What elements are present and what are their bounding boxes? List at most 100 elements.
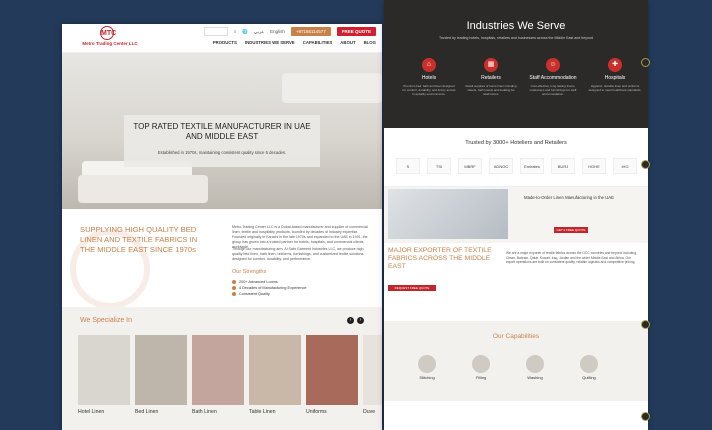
prev-arrow-icon[interactable]: ‹ (347, 317, 354, 324)
free-quote-button[interactable]: FREE QUOTE (336, 27, 376, 36)
industry-card[interactable]: ☺ Staff Accommodation Cost-effective, long… (526, 58, 580, 96)
search-icon[interactable]: ⌕ (234, 29, 237, 34)
industries-section: Industries We Serve Trusted by leading h… (384, 0, 648, 128)
industries-title: Industries We Serve (466, 20, 566, 32)
site-header: MTC Metro Trading Center LLC ⌕ 🌐 عربي En… (62, 24, 382, 53)
industries-list: ⌂ Hotels Premium bed, bath and linen desig… (402, 58, 642, 96)
strengths-title: Our Strengths (232, 269, 267, 275)
industry-description: Retail supplies of home linen including … (465, 84, 517, 96)
capability-image (580, 355, 598, 373)
product-card[interactable]: Duve (363, 335, 382, 415)
nav-blog[interactable]: BLOG (364, 40, 376, 45)
hero-banner: TOP RATED TEXTILE MANUFACTURER IN UAE AN… (62, 53, 382, 209)
industry-title: Hospitals (604, 75, 626, 81)
language-ar-link[interactable]: عربي (254, 29, 264, 35)
capability-item[interactable]: Filling (466, 355, 496, 380)
product-label: Duve (363, 409, 376, 415)
scroll-dot-icon[interactable] (641, 58, 650, 67)
capability-label: Washing (527, 375, 543, 380)
nav-capabilities[interactable]: CAPABILITIES (303, 40, 333, 45)
scroll-dot-icon[interactable] (641, 412, 650, 421)
product-card[interactable]: Bed Linen (135, 335, 187, 415)
strength-label: 4 Decades of Manufacturing Experience (239, 286, 307, 290)
towel-image (78, 175, 208, 203)
hero-text-box: TOP RATED TEXTILE MANUFACTURER IN UAE AN… (124, 115, 320, 167)
strength-label: 200+ Advanced Looms (239, 280, 278, 284)
store-icon: ▦ (484, 58, 498, 72)
product-label: Hotel Linen (78, 409, 105, 415)
bullet-icon (232, 292, 236, 296)
search-input[interactable] (203, 27, 228, 36)
logo-mark: MTC (100, 26, 116, 40)
list-item: Consistent Quality (232, 291, 307, 297)
capabilities-section: Our Capabilities Stitching Filling Washing… (384, 321, 648, 401)
phone-button[interactable]: +97165114577 (290, 27, 331, 36)
about-paragraph-2: Through our manufacturing arm, Al Safir … (232, 247, 364, 261)
industry-card[interactable]: ⌂ Hotels Premium bed, bath and linen desig… (402, 58, 456, 96)
factory-photo (388, 189, 508, 239)
product-image (135, 335, 187, 405)
product-label: Bath Linen (192, 409, 217, 415)
industry-title: Hotels (421, 75, 437, 81)
get-quote-button[interactable]: GET A FREE QUOTE (554, 227, 588, 233)
language-en-link[interactable]: English (270, 29, 285, 34)
product-image (249, 335, 301, 405)
homepage-left-column: MTC Metro Trading Center LLC ⌕ 🌐 عربي En… (62, 24, 382, 430)
industry-title: Retailers (481, 75, 501, 81)
trusted-section: Trusted by 3000+ Hoteliers and Retailers… (384, 128, 648, 187)
capability-item[interactable]: Washing (520, 355, 550, 380)
capability-item[interactable]: Quilting (574, 355, 604, 380)
carousel-controls: ‹ › (347, 317, 364, 324)
medical-icon: ✚ (608, 58, 622, 72)
specialize-title: We Specialize In (80, 317, 133, 324)
industry-description: Cost-effective, long-lasting linens, mat… (529, 84, 577, 96)
product-image (192, 335, 244, 405)
strengths-list: 200+ Advanced Looms 4 Decades of Manufac… (232, 279, 307, 297)
next-arrow-icon[interactable]: › (357, 317, 364, 324)
client-logo: TSI (427, 158, 451, 174)
product-card[interactable]: Hotel Linen (78, 335, 130, 415)
hotel-icon: ⌂ (422, 58, 436, 72)
bullet-icon (232, 280, 236, 284)
hero-subtitle: Established in 1970s, maintaining consis… (157, 150, 287, 155)
made-to-order-section: Made-to-Order Linen Manufacturing in the… (384, 187, 648, 243)
client-logo: IHG (613, 158, 637, 174)
scroll-dot-icon[interactable] (641, 320, 650, 329)
product-image (306, 335, 358, 405)
made-to-order-title: Made-to-Order Linen Manufacturing in the… (524, 195, 615, 200)
about-heading: SUPPLYING HIGH QUALITY BED LINEN AND TEX… (80, 225, 198, 254)
homepage-right-column: Industries We Serve Trusted by leading h… (384, 0, 648, 430)
nav-about[interactable]: ABOUT (340, 40, 355, 45)
product-card[interactable]: Uniforms (306, 335, 358, 415)
strength-label: Consistent Quality (239, 292, 270, 296)
specialize-section: We Specialize In ‹ › Hotel Linen Bed Line… (62, 307, 382, 430)
main-nav: PRODUCTS INDUSTRIES WE SERVE CAPABILITIE… (213, 40, 376, 45)
industry-card[interactable]: ▦ Retailers Retail supplies of home linen … (464, 58, 518, 96)
about-section: SUPPLYING HIGH QUALITY BED LINEN AND TEX… (62, 209, 382, 309)
capability-label: Filling (475, 375, 487, 380)
client-logo: ADNOC (489, 158, 513, 174)
product-label: Table Linen (249, 409, 276, 415)
client-logo: MBRF (458, 158, 482, 174)
trusted-title: Trusted by 3000+ Hoteliers and Retailers (465, 140, 567, 146)
product-label: Uniforms (306, 409, 327, 415)
capability-image (526, 355, 544, 373)
globe-icon: 🌐 (242, 28, 248, 34)
client-logo: S (396, 158, 420, 174)
industry-description: Hygienic, durable linen and uniforms des… (588, 84, 642, 92)
industry-card[interactable]: ✚ Hospitals Hygienic, durable linen and un… (588, 58, 642, 96)
industry-title: Staff Accommodation (529, 75, 577, 81)
bullet-icon (232, 286, 236, 290)
product-card[interactable]: Bath Linen (192, 335, 244, 415)
scroll-dot-icon[interactable] (641, 160, 650, 169)
site-logo[interactable]: MTC Metro Trading Center LLC (80, 26, 140, 50)
exporter-title: MAJOR EXPORTER OF TEXTILE FABRICS ACROSS… (388, 247, 492, 270)
product-image (78, 335, 130, 405)
pillow-image (282, 73, 382, 103)
request-quote-button[interactable]: REQUEST FREE QUOTE (388, 285, 436, 291)
nav-products[interactable]: PRODUCTS (213, 40, 237, 45)
nav-industries[interactable]: INDUSTRIES WE SERVE (245, 40, 295, 45)
product-card[interactable]: Table Linen (249, 335, 301, 415)
capability-item[interactable]: Stitching (412, 355, 442, 380)
client-logo: HOHE (582, 158, 606, 174)
